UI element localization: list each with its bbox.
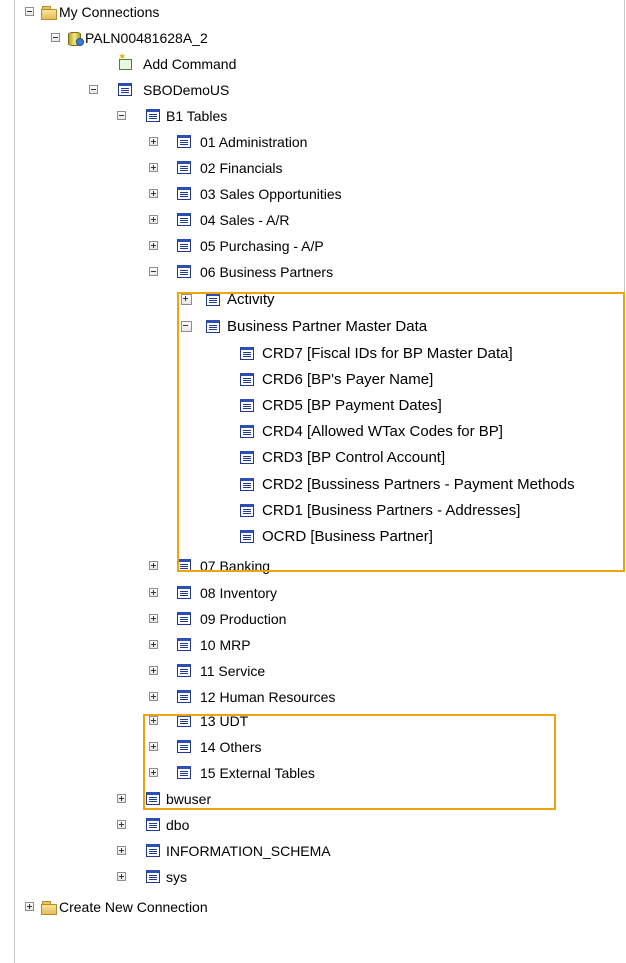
expand-toggle-icon[interactable] <box>149 614 158 623</box>
table-icon <box>146 869 162 885</box>
collapse-toggle-icon[interactable] <box>149 267 158 276</box>
collapse-toggle-icon[interactable] <box>25 7 34 16</box>
tree-node-sbodemous[interactable]: SBODemoUS <box>0 80 624 100</box>
expand-toggle-icon[interactable] <box>149 163 158 172</box>
collapse-toggle-icon[interactable] <box>51 33 60 42</box>
tree-node-label: B1 Tables <box>166 108 228 124</box>
expand-toggle-icon[interactable] <box>149 666 158 675</box>
tree-node-label: 03 Sales Opportunities <box>200 186 342 202</box>
tree-node-label: 10 MRP <box>200 637 251 653</box>
tree-node-label: sys <box>166 869 187 885</box>
tree-node-label: 06 Business Partners <box>200 264 334 280</box>
tree-node-create-new-connection[interactable]: Create New Connection <box>0 897 624 917</box>
tree-node-label: PALN00481628A_2 <box>85 30 208 46</box>
tree-node-label: 02 Financials <box>200 160 283 176</box>
tree-node-add-command[interactable]: Add Command <box>0 53 624 74</box>
folder-icon <box>41 899 57 915</box>
tree-node-label: Add Command <box>143 56 237 72</box>
table-icon <box>118 82 134 98</box>
tree-node-label: dbo <box>166 817 190 833</box>
collapse-toggle-icon[interactable] <box>89 85 98 94</box>
table-icon <box>177 160 193 176</box>
table-icon <box>177 585 193 601</box>
tree-node-label: 04 Sales - A/R <box>200 212 290 228</box>
expand-toggle-icon[interactable] <box>149 588 158 597</box>
tree-node-label: My Connections <box>59 4 160 20</box>
table-icon <box>146 817 162 833</box>
connection-tree: My Connections PALN00481628A_2 Add Command… <box>0 0 626 963</box>
expand-toggle-icon[interactable] <box>149 692 158 701</box>
tree-node-12-human-resources[interactable]: 12 Human Resources <box>0 687 624 707</box>
table-icon <box>177 637 193 653</box>
tree-node-label: SBODemoUS <box>143 82 230 98</box>
tree-node-server-paln[interactable]: PALN00481628A_2 <box>0 28 624 48</box>
tree-node-label: 11 Service <box>200 663 266 679</box>
tree-node-02-financials[interactable]: 02 Financials <box>0 158 624 178</box>
table-icon <box>177 689 193 705</box>
expand-toggle-icon[interactable] <box>149 561 158 570</box>
tree-node-label: 09 Production <box>200 611 287 627</box>
tree-node-04-sales-ar[interactable]: 04 Sales - A/R <box>0 210 624 230</box>
table-icon <box>177 212 193 228</box>
expand-toggle-icon[interactable] <box>149 215 158 224</box>
tree-node-06-business-partners[interactable]: 06 Business Partners <box>0 262 624 282</box>
expand-toggle-icon[interactable] <box>149 189 158 198</box>
expand-toggle-icon[interactable] <box>149 241 158 250</box>
tree-node-label: 12 Human Resources <box>200 689 336 705</box>
table-icon <box>177 663 193 679</box>
expand-toggle-icon[interactable] <box>117 846 126 855</box>
table-icon <box>146 108 162 124</box>
tree-node-11-service[interactable]: 11 Service <box>0 661 624 681</box>
tree-node-label: Create New Connection <box>59 899 208 915</box>
expand-toggle-icon[interactable] <box>149 640 158 649</box>
tree-node-my-connections[interactable]: My Connections <box>0 2 624 22</box>
tree-node-label: 01 Administration <box>200 134 308 150</box>
tree-node-label: INFORMATION_SCHEMA <box>166 843 331 859</box>
tree-node-01-administration[interactable]: 01 Administration <box>0 132 624 152</box>
tree-node-information-schema[interactable]: INFORMATION_SCHEMA <box>0 841 624 861</box>
table-icon <box>146 843 162 859</box>
table-icon <box>177 186 193 202</box>
database-server-icon <box>67 30 84 46</box>
tree-node-b1-tables[interactable]: B1 Tables <box>0 106 624 126</box>
expand-toggle-icon[interactable] <box>117 872 126 881</box>
tree-node-10-mrp[interactable]: 10 MRP <box>0 635 624 655</box>
folder-icon <box>41 4 57 20</box>
tree-node-sys[interactable]: sys <box>0 867 624 887</box>
table-icon <box>177 238 193 254</box>
highlight-bp-tables <box>177 292 625 572</box>
expand-toggle-icon[interactable] <box>149 137 158 146</box>
tree-node-08-inventory[interactable]: 08 Inventory <box>0 583 624 603</box>
tree-node-09-production[interactable]: 09 Production <box>0 609 624 629</box>
expand-toggle-icon[interactable] <box>25 902 34 911</box>
tree-node-label: 08 Inventory <box>200 585 278 601</box>
tree-node-03-sales-opportunities[interactable]: 03 Sales Opportunities <box>0 184 624 204</box>
add-command-icon <box>118 53 134 72</box>
tree-node-dbo[interactable]: dbo <box>0 815 624 835</box>
tree-node-05-purchasing-ap[interactable]: 05 Purchasing - A/P <box>0 236 624 256</box>
collapse-toggle-icon[interactable] <box>117 111 126 120</box>
expand-toggle-icon[interactable] <box>117 820 126 829</box>
tree-node-label: 05 Purchasing - A/P <box>200 238 324 254</box>
table-icon <box>177 611 193 627</box>
expand-toggle-icon[interactable] <box>117 794 126 803</box>
table-icon <box>177 134 193 150</box>
table-icon <box>177 264 193 280</box>
highlight-udt-group <box>143 714 556 810</box>
tree-frame-right <box>624 0 625 300</box>
